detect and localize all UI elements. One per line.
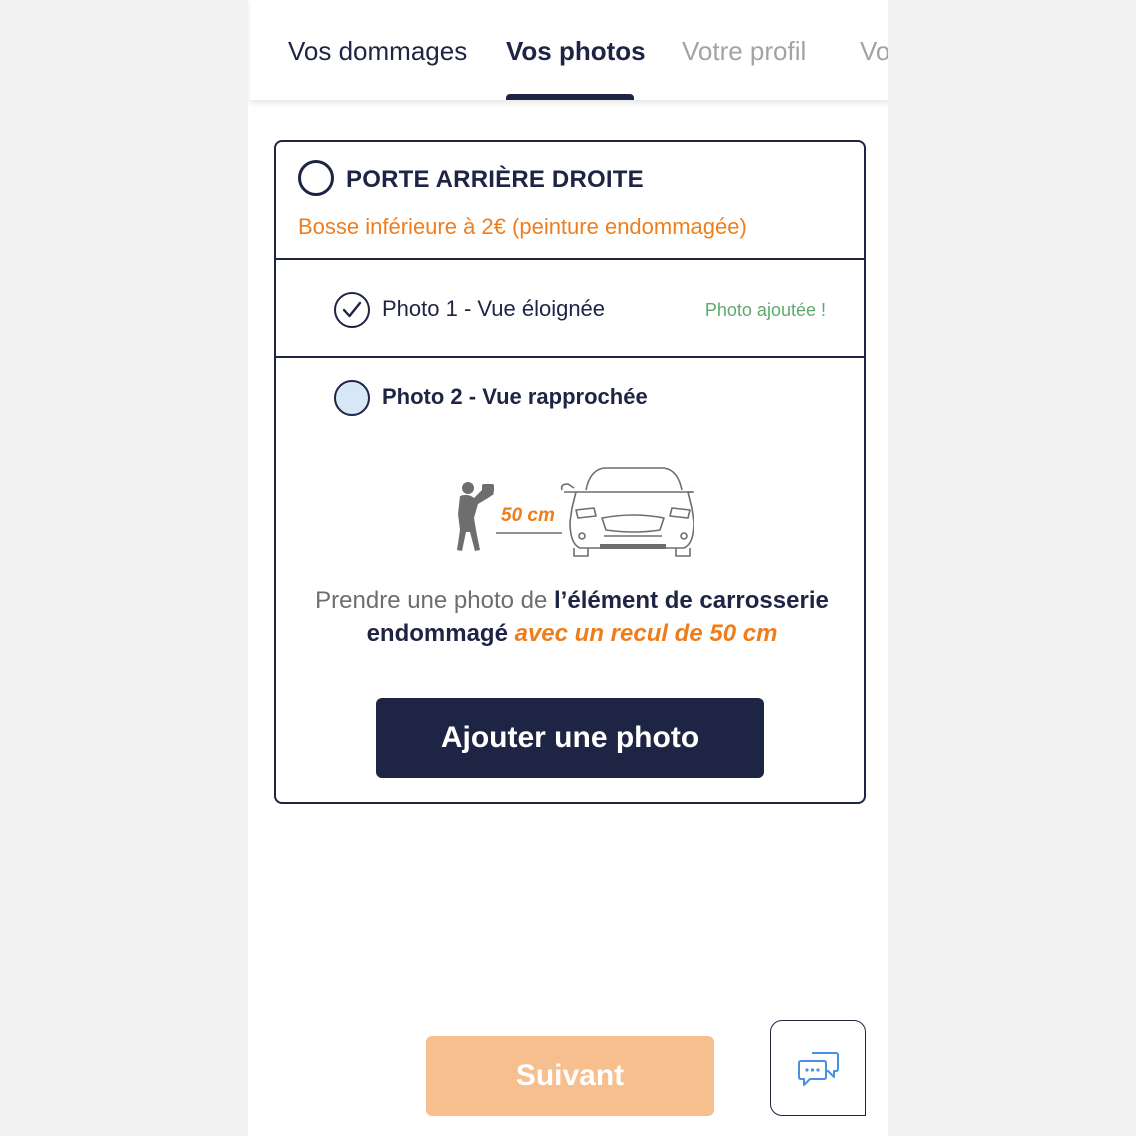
check-icon [334, 292, 370, 328]
tab-next-truncated[interactable]: Vo [860, 36, 888, 67]
tab-votre-profil[interactable]: Votre profil [682, 36, 806, 67]
app-screen: Vos dommages Vos photos Votre profil Vo … [248, 0, 888, 1136]
part-status-circle-icon [298, 160, 334, 196]
next-button[interactable]: Suivant [426, 1036, 714, 1116]
instruction-text-3: avec un recul de 50 cm [507, 620, 778, 647]
step-tabs: Vos dommages Vos photos Votre profil Vo [250, 0, 888, 100]
photo-instruction: Prendre une photo de l’élément de carros… [286, 584, 858, 650]
photo-added-status: Photo ajoutée ! [704, 300, 826, 320]
part-title: PORTE ARRIÈRE DROITE [346, 166, 644, 193]
photo-2-label: Photo 2 - Vue rapprochée [382, 384, 648, 409]
card-header: PORTE ARRIÈRE DROITE Bosse inférieure à … [276, 142, 864, 260]
distance-label: 50 cm [501, 505, 555, 526]
photo-1-row[interactable]: Photo 1 - Vue éloignée Photo ajoutée ! [276, 260, 864, 358]
damage-photo-card: PORTE ARRIÈRE DROITE Bosse inférieure à … [274, 140, 866, 804]
photographer-icon [457, 482, 494, 551]
active-tab-indicator [506, 94, 634, 100]
instruction-text-1: Prendre une photo de [315, 587, 555, 614]
add-photo-button[interactable]: Ajouter une photo [376, 698, 764, 778]
damage-description: Bosse inférieure à 2€ (peinture endommag… [298, 214, 747, 239]
tab-vos-photos[interactable]: Vos photos [506, 36, 646, 67]
chat-button[interactable] [770, 1020, 866, 1116]
photo-2-radio-icon[interactable] [334, 380, 370, 416]
photo-1-label: Photo 1 - Vue éloignée [382, 296, 606, 321]
chat-bubbles-icon [798, 1052, 839, 1086]
photographer-car-icon: 50 cm [457, 467, 694, 557]
tab-vos-dommages[interactable]: Vos dommages [288, 36, 467, 67]
car-icon [560, 467, 694, 557]
